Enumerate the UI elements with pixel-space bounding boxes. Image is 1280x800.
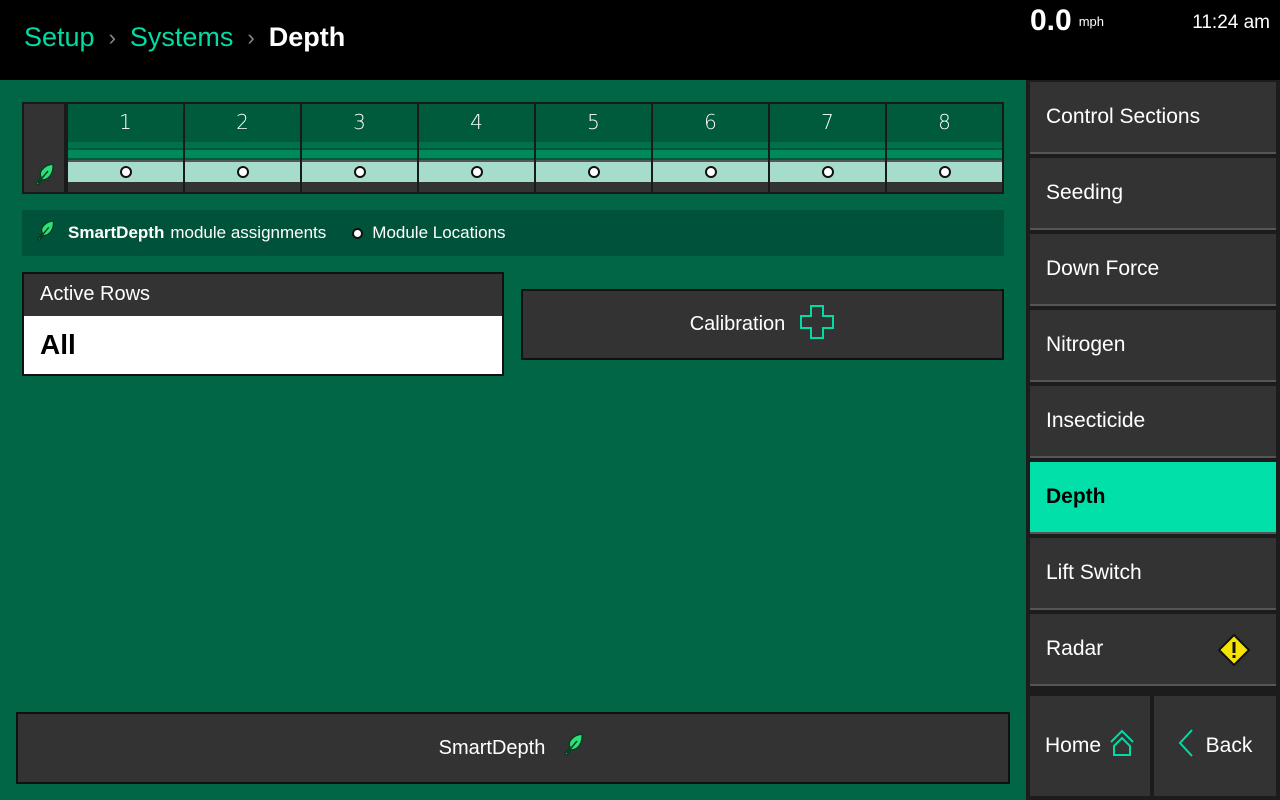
legend-assign-text: module assignments xyxy=(170,223,327,242)
module-location-dot xyxy=(704,166,717,178)
chevron-right-icon: › xyxy=(108,24,116,50)
row-number: 6 xyxy=(653,104,768,140)
speed-unit: mph xyxy=(1078,14,1105,29)
breadcrumb-systems[interactable]: Systems xyxy=(130,22,234,53)
row-column[interactable]: 2 xyxy=(183,104,300,192)
smartdepth-module-icon xyxy=(34,219,58,248)
row-column[interactable]: 6 xyxy=(651,104,768,192)
sidebar-item-label: Nitrogen xyxy=(1046,333,1126,356)
module-location-dot xyxy=(353,166,366,178)
row-columns: 1 2 3 4 5 6 7 8 xyxy=(66,102,1004,194)
header-bar: Setup › Systems › Depth 0.0 mph 11:24 am xyxy=(0,0,1280,80)
home-icon xyxy=(1109,729,1135,763)
sidebar-item-label: Depth xyxy=(1046,485,1106,508)
row-number: 5 xyxy=(536,104,651,140)
module-location-dot xyxy=(821,166,834,178)
sidebar-item-label: Lift Switch xyxy=(1046,561,1142,584)
active-rows-label: Active Rows xyxy=(24,274,502,316)
main-panel: 1 2 3 4 5 6 7 8 SmartDepth module assign… xyxy=(0,80,1026,800)
sidebar-item-insecticide[interactable]: Insecticide xyxy=(1030,386,1276,458)
smartdepth-module-icon xyxy=(32,162,58,193)
sidebar-item-seeding[interactable]: Seeding xyxy=(1030,158,1276,230)
row-column[interactable]: 1 xyxy=(66,104,183,192)
warning-icon xyxy=(1217,633,1251,672)
page-title: Depth xyxy=(268,22,346,52)
speed-readout: 0.0 mph xyxy=(1030,4,1104,38)
legend-locations-text: Module Locations xyxy=(372,223,506,242)
smartdepth-label: SmartDepth xyxy=(438,736,546,759)
sidebar-item-label: Down Force xyxy=(1046,257,1160,280)
sidebar-item-label: Insecticide xyxy=(1046,409,1146,432)
row-column[interactable]: 7 xyxy=(768,104,885,192)
calibration-label: Calibration xyxy=(689,313,786,335)
module-location-dot xyxy=(119,166,132,178)
home-button[interactable]: Home xyxy=(1030,696,1150,796)
sidebar-item-down-force[interactable]: Down Force xyxy=(1030,234,1276,306)
module-location-dot xyxy=(938,166,951,178)
home-label: Home xyxy=(1044,734,1102,757)
plus-icon xyxy=(799,304,835,346)
sidebar-item-nitrogen[interactable]: Nitrogen xyxy=(1030,310,1276,382)
sidebar-item-label: Control Sections xyxy=(1046,105,1201,128)
sidebar-item-radar[interactable]: Radar xyxy=(1030,614,1276,686)
sidebar-item-lift-switch[interactable]: Lift Switch xyxy=(1030,538,1276,610)
row-grid-legend-cell xyxy=(22,102,66,194)
module-location-dot xyxy=(236,166,249,178)
row-column[interactable]: 3 xyxy=(300,104,417,192)
row-number: 4 xyxy=(419,104,534,140)
row-column[interactable]: 8 xyxy=(885,104,1002,192)
legend-bar: SmartDepth module assignments Module Loc… xyxy=(22,210,1004,256)
chevron-right-icon: › xyxy=(247,24,255,50)
back-button[interactable]: Back xyxy=(1154,696,1276,796)
legend-assign-bold: SmartDepth xyxy=(68,223,165,242)
sidebar-item-control-sections[interactable]: Control Sections xyxy=(1030,82,1276,154)
module-location-dot-icon xyxy=(352,227,364,239)
smartdepth-button[interactable]: SmartDepth xyxy=(16,712,1010,784)
chevron-left-icon xyxy=(1178,728,1194,764)
row-number: 2 xyxy=(185,104,300,140)
calibration-button[interactable]: Calibration xyxy=(521,289,1004,360)
systems-sidebar: Control Sections Seeding Down Force Nitr… xyxy=(1026,80,1280,800)
row-number: 8 xyxy=(887,104,1002,140)
row-number: 7 xyxy=(770,104,885,140)
row-column[interactable]: 4 xyxy=(417,104,534,192)
row-number: 1 xyxy=(68,104,183,140)
sidebar-item-label: Radar xyxy=(1046,637,1104,660)
smartdepth-module-icon xyxy=(561,732,587,764)
active-rows-field[interactable]: Active Rows All xyxy=(22,272,504,376)
sidebar-item-depth[interactable]: Depth xyxy=(1030,462,1276,534)
sidebar-item-label: Seeding xyxy=(1046,181,1124,204)
module-location-dot xyxy=(587,166,600,178)
row-number: 3 xyxy=(302,104,417,140)
clock: 11:24 am xyxy=(1192,12,1270,33)
row-column[interactable]: 5 xyxy=(534,104,651,192)
back-label: Back xyxy=(1205,734,1253,757)
breadcrumb-setup[interactable]: Setup xyxy=(24,22,95,53)
breadcrumb: Setup › Systems › Depth xyxy=(24,22,345,53)
active-rows-value[interactable]: All xyxy=(24,316,502,374)
speed-value: 0.0 xyxy=(1030,4,1072,37)
module-location-dot xyxy=(470,166,483,178)
